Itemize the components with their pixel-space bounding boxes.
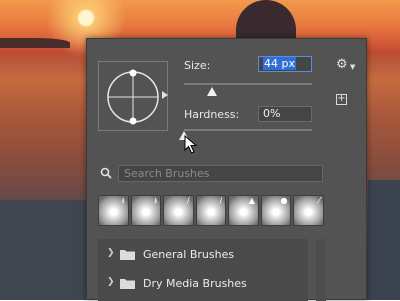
angle-arrow-icon[interactable] <box>162 91 168 99</box>
roundness-handle-bottom <box>129 117 137 125</box>
brush-icon: / <box>187 196 190 205</box>
background-headland <box>0 38 70 48</box>
pencil-icon: ⁄ <box>318 196 321 205</box>
scrollbar[interactable] <box>316 239 326 301</box>
preset-brush[interactable]: / <box>163 195 194 226</box>
brush-group-dry-media[interactable]: ❯ Dry Media Brushes <box>98 270 308 296</box>
brush-tip-diagram <box>107 69 159 125</box>
brush-groups-list: ❯ General Brushes ❯ Dry Media Brushes <box>98 239 308 301</box>
preset-brush[interactable]: ● <box>260 195 292 226</box>
folder-icon <box>120 250 135 260</box>
pin-icon: ● <box>280 196 288 205</box>
hardness-slider-track[interactable] <box>184 129 312 131</box>
size-input[interactable]: 44 px <box>258 56 312 72</box>
recent-brush-presets: ⭳ ⭳ / / ▲ ● ⁄ <box>98 195 325 229</box>
group-label: Dry Media Brushes <box>143 277 247 290</box>
brush-group-general[interactable]: ❯ General Brushes <box>98 241 308 267</box>
gear-icon[interactable]: ⚙ <box>336 57 348 72</box>
background-seawall <box>0 200 90 300</box>
background-wall-right <box>368 180 400 300</box>
preset-brush[interactable]: / <box>195 195 227 226</box>
group-label: General Brushes <box>143 248 235 261</box>
airbrush-icon: ⭳ <box>121 196 125 205</box>
hardness-input[interactable]: 0% <box>258 106 312 122</box>
search-icon <box>100 167 112 179</box>
chevron-right-icon[interactable]: ❯ <box>107 277 115 287</box>
chevron-down-icon[interactable]: ▼ <box>350 63 355 71</box>
size-value: 44 px <box>263 57 296 70</box>
triangle-icon: ▲ <box>248 196 255 205</box>
mouse-cursor-icon <box>184 135 198 154</box>
size-label: Size: <box>184 59 211 72</box>
preset-brush[interactable]: ⭳ <box>130 195 162 226</box>
preset-brush[interactable]: ⭳ <box>98 195 129 226</box>
brush-icon: / <box>219 196 223 205</box>
brush-preset-panel: Size: 44 px Hardness: 0% ⚙ ▼ + Search Br… <box>86 38 367 301</box>
brush-angle-preview[interactable] <box>98 61 168 131</box>
chevron-right-icon[interactable]: ❯ <box>107 248 115 258</box>
preset-brush[interactable]: ⁄ <box>293 195 325 226</box>
search-input[interactable]: Search Brushes <box>118 165 323 182</box>
size-slider-track[interactable] <box>184 83 312 85</box>
new-preset-button[interactable]: + <box>336 94 347 105</box>
size-slider-thumb[interactable] <box>207 87 217 96</box>
hardness-label: Hardness: <box>184 108 240 121</box>
airbrush-icon: ⭳ <box>154 196 158 205</box>
folder-icon <box>120 279 135 289</box>
roundness-handle-top <box>129 69 137 77</box>
preset-brush[interactable]: ▲ <box>228 195 259 226</box>
